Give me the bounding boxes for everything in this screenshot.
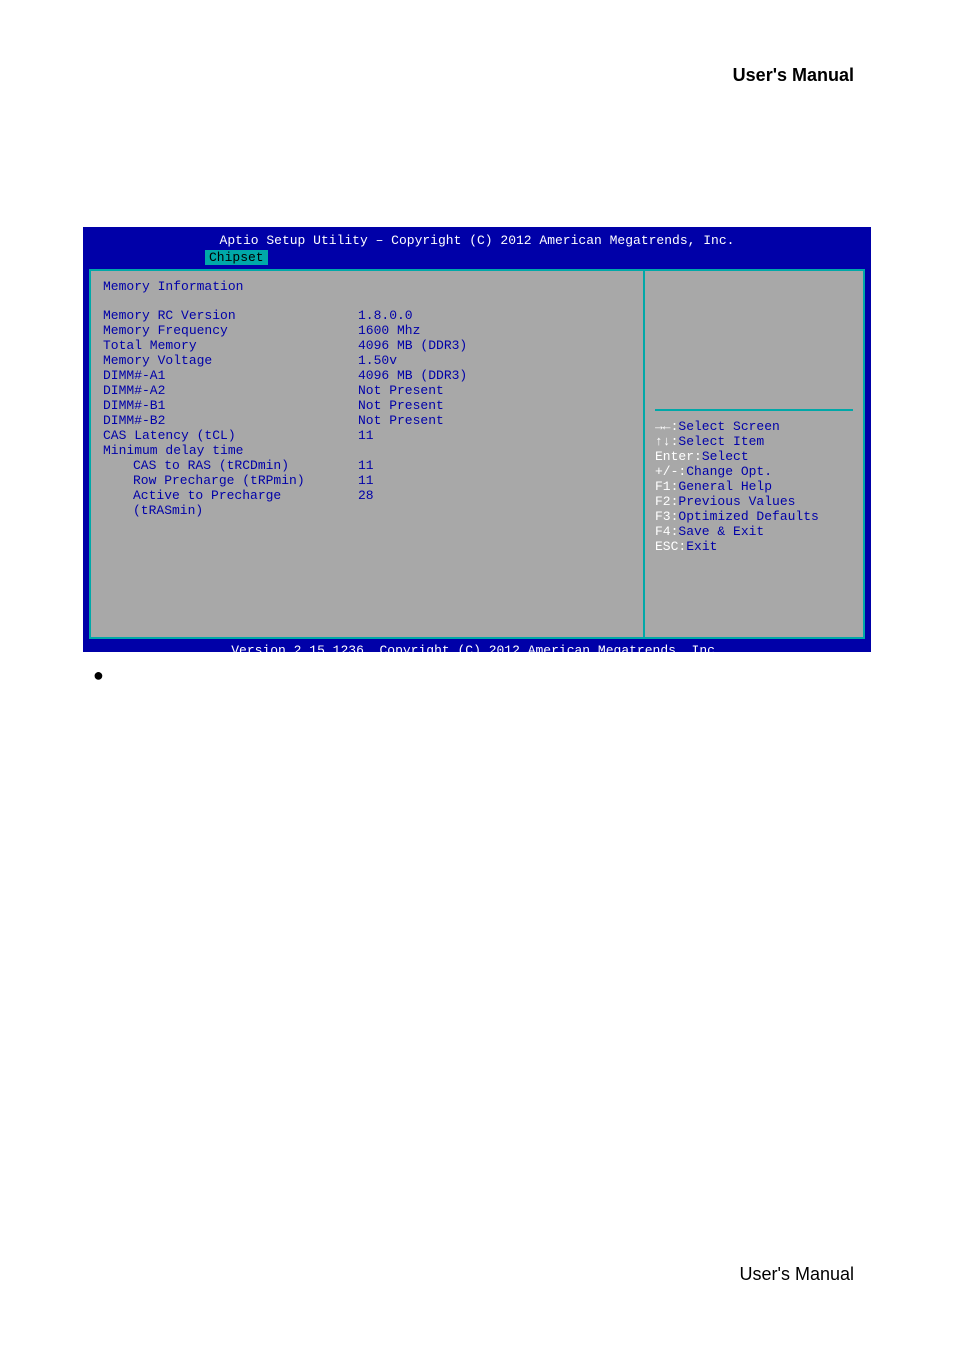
info-label: Minimum delay time bbox=[103, 443, 358, 458]
info-label: DIMM#-B2 bbox=[103, 413, 358, 428]
info-value: Not Present bbox=[358, 383, 444, 398]
info-value: 1.8.0.0 bbox=[358, 308, 413, 323]
help-key-list: →←: Select Screen ↑↓: Select Item Enter:… bbox=[655, 409, 853, 554]
help-esc-exit: ESC: Exit bbox=[655, 539, 853, 554]
help-key: F3: bbox=[655, 509, 678, 524]
info-row-memory-frequency: Memory Frequency 1600 Mhz bbox=[103, 323, 631, 338]
help-save-exit: F4: Save & Exit bbox=[655, 524, 853, 539]
info-row-row-precharge: Row Precharge (tRPmin) 11 bbox=[103, 473, 631, 488]
info-value: 1.50v bbox=[358, 353, 397, 368]
bios-setup-window: Aptio Setup Utility – Copyright (C) 2012… bbox=[83, 227, 871, 652]
help-text: Change Opt. bbox=[686, 464, 772, 479]
help-key: Enter: bbox=[655, 449, 702, 464]
help-select-screen: →←: Select Screen bbox=[655, 419, 853, 434]
info-label: Row Precharge (tRPmin) bbox=[103, 473, 358, 488]
info-row-minimum-delay: Minimum delay time bbox=[103, 443, 631, 458]
info-row-cas-to-ras: CAS to RAS (tRCDmin) 11 bbox=[103, 458, 631, 473]
help-key: →←: bbox=[655, 419, 678, 434]
help-optimized-defaults: F3: Optimized Defaults bbox=[655, 509, 853, 524]
page-header: User's Manual bbox=[733, 65, 854, 86]
info-label: DIMM#-A2 bbox=[103, 383, 358, 398]
info-row-cas-latency: CAS Latency (tCL) 11 bbox=[103, 428, 631, 443]
page-footer: User's Manual bbox=[740, 1264, 854, 1285]
info-label: DIMM#-A1 bbox=[103, 368, 358, 383]
help-enter-select: Enter: Select bbox=[655, 449, 853, 464]
help-key: F2: bbox=[655, 494, 678, 509]
info-row-active-to-precharge: Active to Precharge (tRASmin) 28 bbox=[103, 488, 631, 518]
info-value: 1600 Mhz bbox=[358, 323, 420, 338]
help-text: Select Screen bbox=[678, 419, 779, 434]
help-text: Previous Values bbox=[678, 494, 795, 509]
info-row-dimm-b2: DIMM#-B2 Not Present bbox=[103, 413, 631, 428]
info-row-memory-rc-version: Memory RC Version 1.8.0.0 bbox=[103, 308, 631, 323]
info-value: 4096 MB (DDR3) bbox=[358, 368, 467, 383]
info-value: 11 bbox=[358, 458, 374, 473]
help-key: ↑↓: bbox=[655, 434, 678, 449]
info-label: Memory Frequency bbox=[103, 323, 358, 338]
info-label: Total Memory bbox=[103, 338, 358, 353]
info-label: DIMM#-B1 bbox=[103, 398, 358, 413]
help-text: Exit bbox=[686, 539, 717, 554]
memory-info-title: Memory Information bbox=[103, 279, 631, 294]
help-key: F4: bbox=[655, 524, 678, 539]
help-key: +/-: bbox=[655, 464, 686, 479]
bullet-point: ● bbox=[93, 665, 104, 686]
help-key: F1: bbox=[655, 479, 678, 494]
info-row-total-memory: Total Memory 4096 MB (DDR3) bbox=[103, 338, 631, 353]
help-change-opt: +/-: Change Opt. bbox=[655, 464, 853, 479]
help-key: ESC: bbox=[655, 539, 686, 554]
info-value: 28 bbox=[358, 488, 374, 518]
info-label: CAS Latency (tCL) bbox=[103, 428, 358, 443]
bios-title: Aptio Setup Utility – Copyright (C) 2012… bbox=[83, 227, 871, 250]
info-label: Active to Precharge (tRASmin) bbox=[103, 488, 358, 518]
info-row-memory-voltage: Memory Voltage 1.50v bbox=[103, 353, 631, 368]
info-row-dimm-a2: DIMM#-A2 Not Present bbox=[103, 383, 631, 398]
info-value: 4096 MB (DDR3) bbox=[358, 338, 467, 353]
bios-help-panel: →←: Select Screen ↑↓: Select Item Enter:… bbox=[643, 271, 863, 637]
help-general-help: F1: General Help bbox=[655, 479, 853, 494]
bios-tab-row: Chipset bbox=[83, 250, 871, 269]
info-value: 11 bbox=[358, 473, 374, 488]
info-value: Not Present bbox=[358, 413, 444, 428]
info-label: CAS to RAS (tRCDmin) bbox=[103, 458, 358, 473]
tab-chipset[interactable]: Chipset bbox=[205, 250, 268, 265]
bios-body: Memory Information Memory RC Version 1.8… bbox=[89, 269, 865, 639]
help-text: Select Item bbox=[678, 434, 764, 449]
bios-footer: Version 2.15.1236. Copyright (C) 2012 Am… bbox=[83, 639, 871, 662]
help-select-item: ↑↓: Select Item bbox=[655, 434, 853, 449]
info-row-dimm-b1: DIMM#-B1 Not Present bbox=[103, 398, 631, 413]
info-label: Memory RC Version bbox=[103, 308, 358, 323]
help-text: Save & Exit bbox=[678, 524, 764, 539]
info-value: 11 bbox=[358, 428, 374, 443]
bios-left-panel: Memory Information Memory RC Version 1.8… bbox=[91, 271, 643, 637]
info-label: Memory Voltage bbox=[103, 353, 358, 368]
help-text: General Help bbox=[678, 479, 772, 494]
help-text: Select bbox=[702, 449, 749, 464]
info-value: Not Present bbox=[358, 398, 444, 413]
help-text: Optimized Defaults bbox=[678, 509, 818, 524]
help-previous-values: F2: Previous Values bbox=[655, 494, 853, 509]
info-row-dimm-a1: DIMM#-A1 4096 MB (DDR3) bbox=[103, 368, 631, 383]
